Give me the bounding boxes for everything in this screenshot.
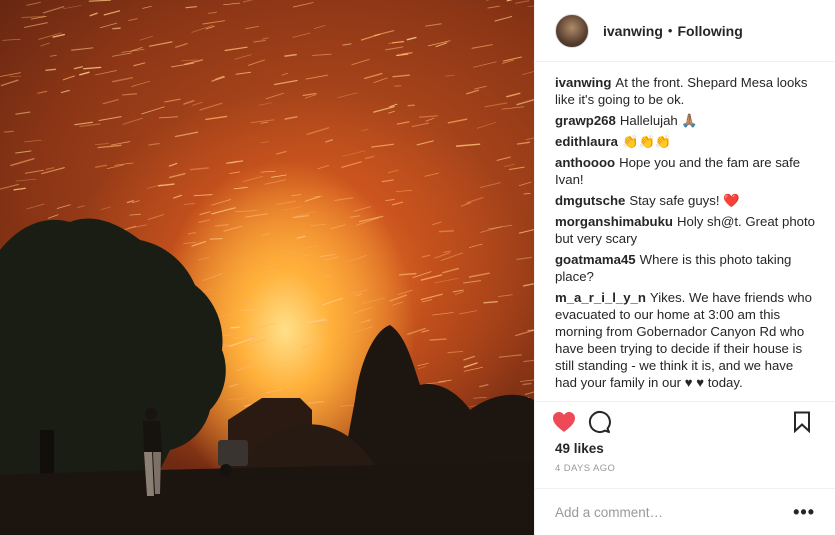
header-separator: • <box>667 23 673 38</box>
more-options-icon[interactable]: ••• <box>793 503 815 521</box>
action-bar <box>553 402 815 442</box>
comment-username[interactable]: ivanwing <box>555 75 611 90</box>
list-item: goatmama45 Where is this photo taking pla… <box>555 251 815 285</box>
heart-icon[interactable] <box>551 409 577 435</box>
wildfire-image <box>0 0 534 535</box>
person-silhouette <box>145 408 157 420</box>
tree-silhouette <box>0 218 226 480</box>
list-item: morganshimabuku Holy sh@t. Great photo bu… <box>555 213 815 247</box>
comment-text: Stay safe guys! ❤️ <box>629 193 740 208</box>
likes-count[interactable]: 49 likes <box>555 441 815 456</box>
post-timestamp[interactable]: 4 DAYS AGO <box>555 463 815 488</box>
list-item: m_a_r_i_l_y_n Yikes. We have friends who … <box>555 289 815 391</box>
add-comment-bar: ••• <box>535 488 835 535</box>
list-item: anthoooo Hope you and the fam are safe Iv… <box>555 154 815 188</box>
comment-input[interactable] <box>555 504 794 520</box>
comments-list: ivanwing At the front. Shepard Mesa looks… <box>535 62 835 401</box>
speech-bubble-icon[interactable] <box>586 409 612 435</box>
bookmark-icon[interactable] <box>789 409 815 435</box>
post-actions: 49 likes 4 DAYS AGO <box>535 401 835 488</box>
ground <box>0 462 534 535</box>
comment-username[interactable]: goatmama45 <box>555 252 636 267</box>
list-item: edithlaura 👏👏👏 <box>555 133 815 150</box>
comment-text: 👏👏👏 <box>622 134 672 149</box>
comment-text: Hallelujah 🙏🏽 <box>619 113 698 128</box>
comment-username[interactable]: grawp268 <box>555 113 616 128</box>
post-side-panel: ivanwing • Following ivanwing At the fron… <box>534 0 835 535</box>
post-photo[interactable] <box>0 0 534 535</box>
post-container: ivanwing • Following ivanwing At the fron… <box>0 0 835 535</box>
list-item: grawp268 Hallelujah 🙏🏽 <box>555 112 815 129</box>
comment-username[interactable]: m_a_r_i_l_y_n <box>555 290 646 305</box>
avatar[interactable] <box>555 13 589 48</box>
comment-username[interactable]: morganshimabuku <box>555 214 673 229</box>
list-item: dmgutsche Stay safe guys! ❤️ <box>555 192 815 209</box>
comment-username[interactable]: anthoooo <box>555 155 615 170</box>
comment-username[interactable]: edithlaura <box>555 134 618 149</box>
post-header: ivanwing • Following <box>535 0 835 62</box>
caption: ivanwing At the front. Shepard Mesa looks… <box>555 74 815 108</box>
follow-status-button[interactable]: Following <box>677 23 742 39</box>
comment-username[interactable]: dmgutsche <box>555 193 625 208</box>
author-username[interactable]: ivanwing <box>603 23 663 39</box>
comment-text: Yikes. We have friends who evacuated to … <box>555 290 812 390</box>
